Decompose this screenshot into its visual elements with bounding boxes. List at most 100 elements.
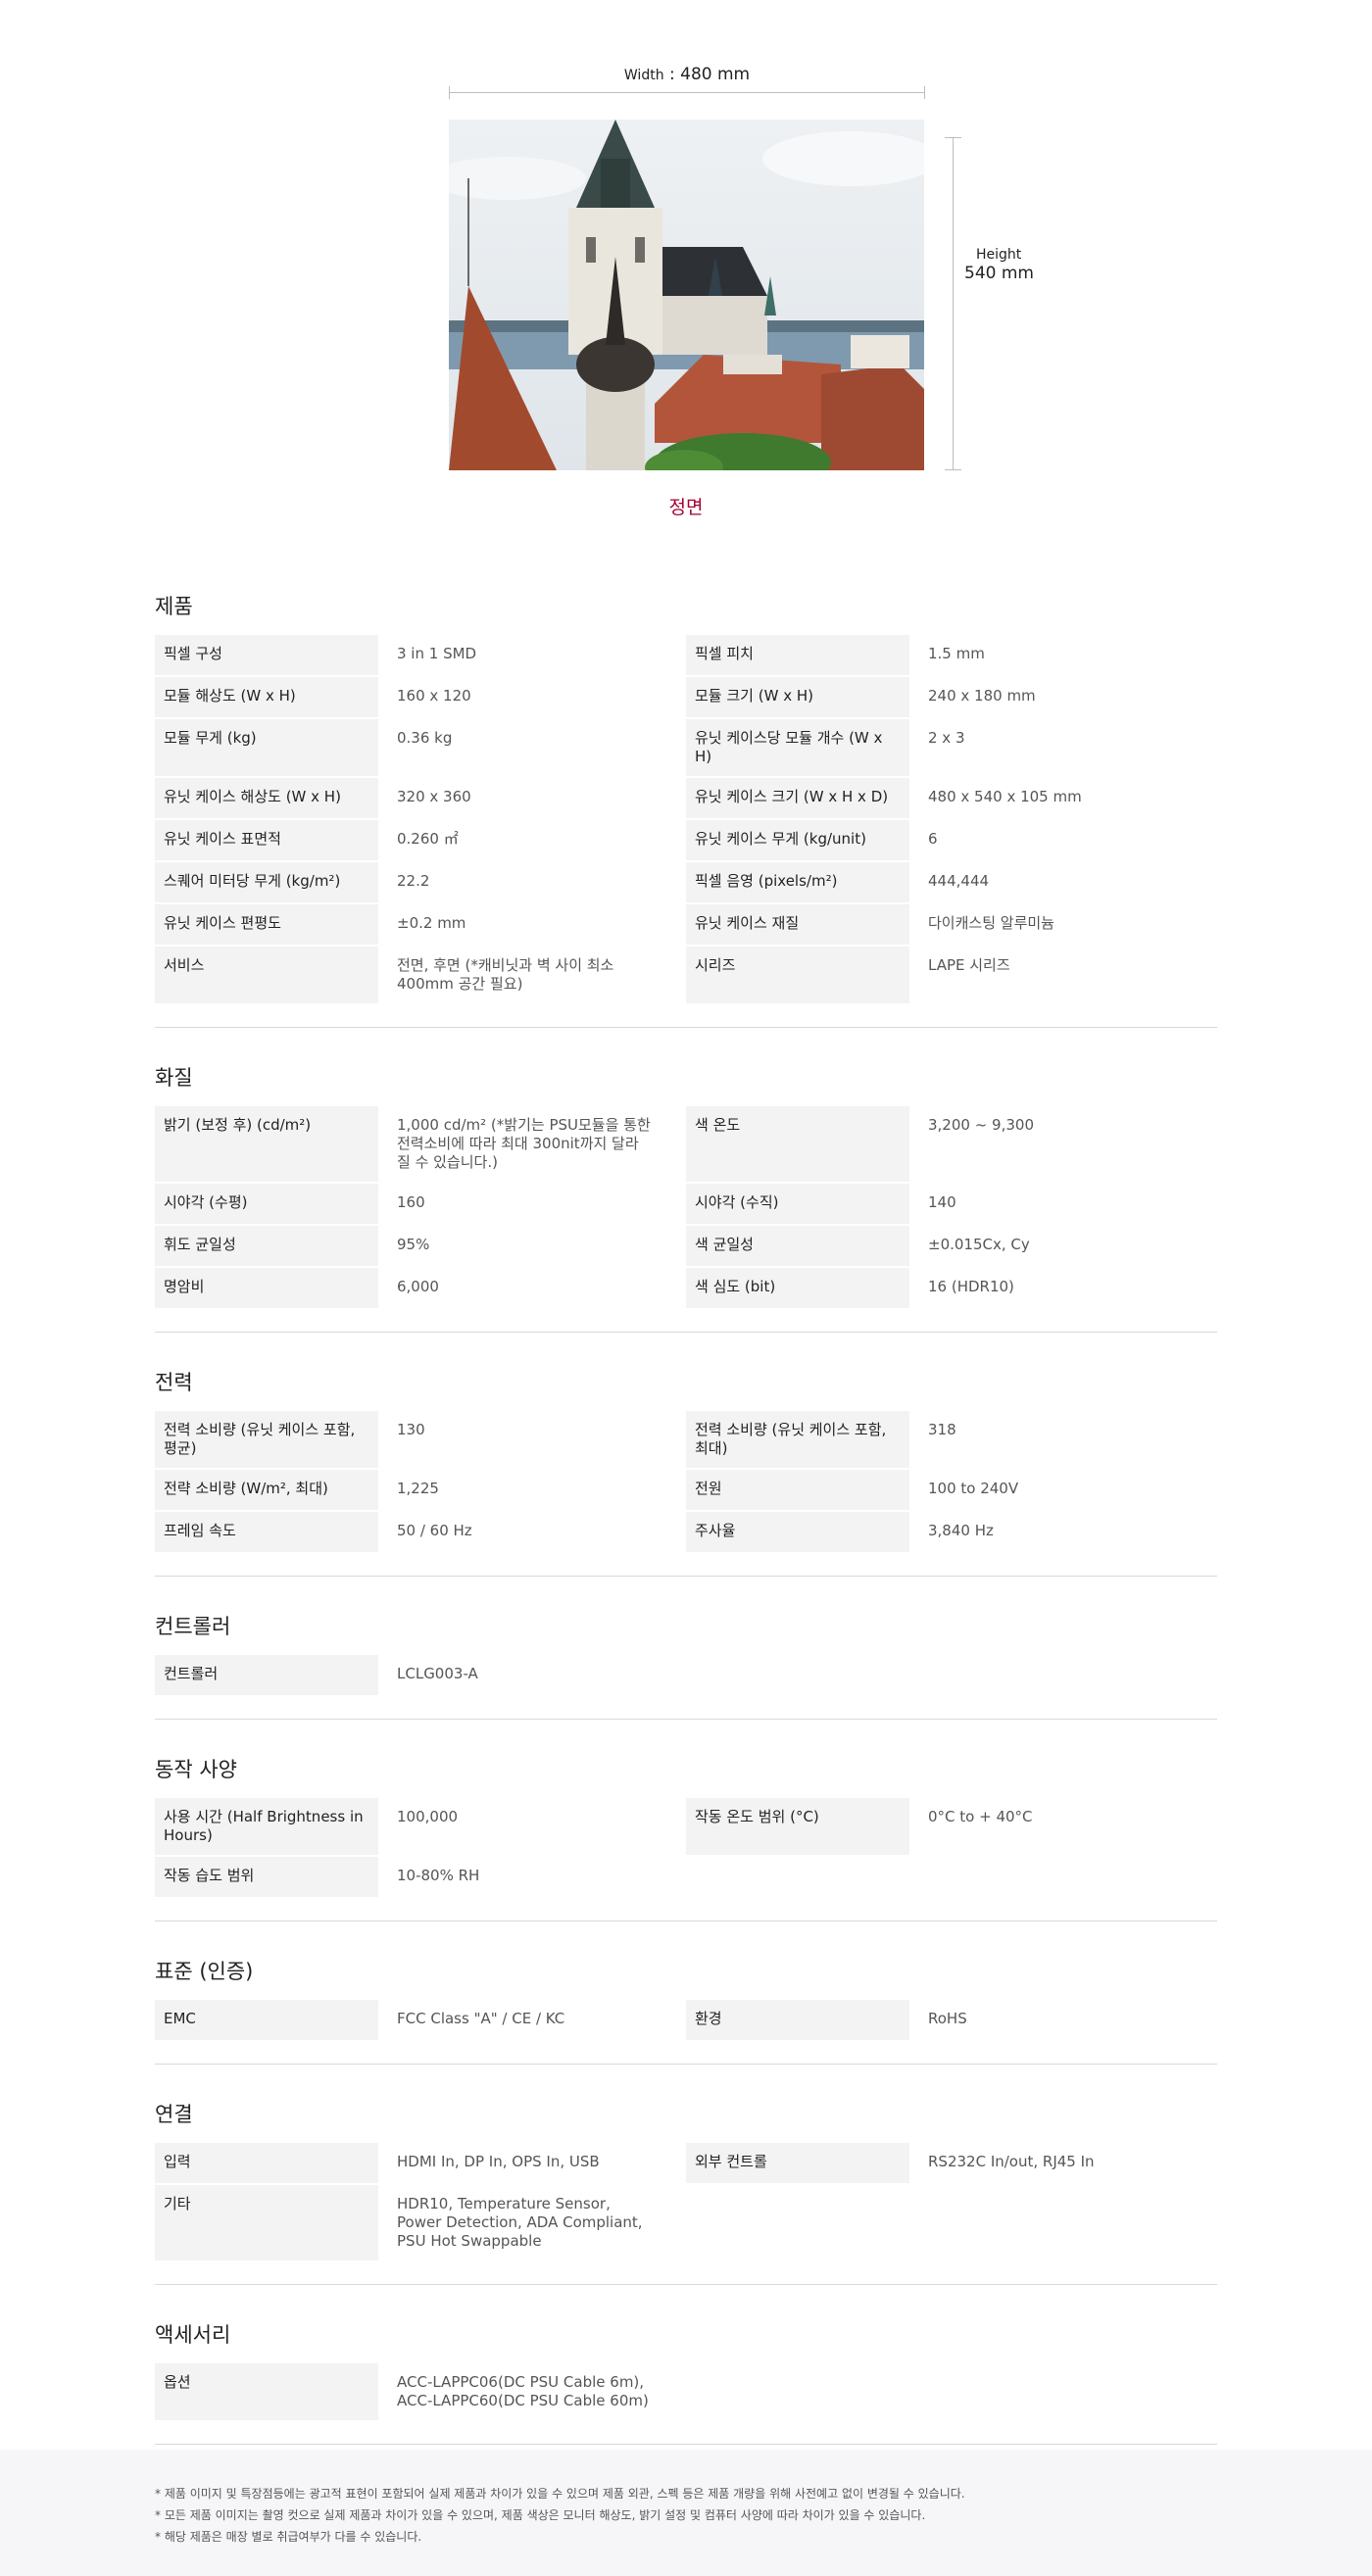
disclaimer-note: 해당 제품은 매장 별로 취급여부가 다를 수 있습니다. (155, 2526, 1372, 2548)
spec-item: 유닛 케이스 무게 (kg/unit) 6 (686, 820, 1217, 860)
section-title: 화질 (155, 1066, 193, 1090)
spec-item: 유닛 케이스 해상도 (W x H) 320 x 360 (155, 778, 686, 818)
section-title: 제품 (155, 595, 193, 618)
spec-label: 주사율 (686, 1512, 909, 1552)
spec-value: 3,200 ~ 9,300 (928, 1116, 1034, 1134)
spec-item: 작동 온도 범위 (°C) 0°C to + 40°C (686, 1798, 1217, 1855)
spec-label: 유닛 케이스 크기 (W x H x D) (686, 778, 909, 818)
spec-rows: 컨트롤러 LCLG003-A (155, 1655, 1217, 1697)
height-value: 540 mm (964, 263, 1034, 283)
spec-value: 100 to 240V (928, 1480, 1019, 1497)
spec-label: EMC (155, 2000, 378, 2040)
spec-rows: 전력 소비량 (유닛 케이스 포함, 평균) 130 전력 소비량 (유닛 케이스 … (155, 1411, 1217, 1554)
spec-label: 유닛 케이스 재질 (686, 904, 909, 945)
spec-section: 액세서리옵션 ACC-LAPPC06(DC PSU Cable 6m), ACC-… (155, 2307, 1217, 2445)
section-title: 표준 (인증) (155, 1960, 254, 1983)
spec-value: 2 x 3 (928, 729, 965, 747)
spec-value: 0.36 kg (397, 729, 453, 747)
spec-label: 모듈 무게 (kg) (155, 719, 378, 776)
spec-item: 유닛 케이스 표면적 0.260 ㎡ (155, 820, 686, 860)
spec-item: 사용 시간 (Half Brightness in Hours) 100,000 (155, 1798, 686, 1855)
spec-item: 픽셀 구성 3 in 1 SMD (155, 635, 686, 675)
spec-label: 스퀘어 미터당 무게 (kg/m²) (155, 862, 378, 902)
spec-value: 0.260 ㎡ (397, 830, 459, 848)
spec-value: 480 x 540 x 105 mm (928, 788, 1082, 805)
spec-item: 색 균일성 ±0.015Cx, Cy (686, 1226, 1217, 1266)
spec-value: 160 (397, 1193, 425, 1211)
spec-label: 컨트롤러 (155, 1655, 378, 1695)
spec-value: 1.5 mm (928, 645, 985, 662)
spec-value: 1,000 cd/m² (*밝기는 PSU모듈을 통한 전력소비에 따라 최대 … (397, 1116, 651, 1171)
spec-item: 유닛 케이스 편평도 ±0.2 mm (155, 904, 686, 945)
spec-section: 제품 픽셀 구성 3 in 1 SMD 픽셀 피치 1.5 mm 모듈 해상도 (W x … (155, 578, 1217, 1028)
spec-label: 색 균일성 (686, 1226, 909, 1266)
spec-item: 색 온도 3,200 ~ 9,300 (686, 1106, 1217, 1182)
spec-value: 1,225 (397, 1480, 439, 1497)
spec-value: LCLG003-A (397, 1665, 478, 1682)
spec-item: EMC FCC Class "A" / CE / KC (155, 2000, 686, 2040)
spec-item: 컨트롤러 LCLG003-A (155, 1655, 686, 1695)
spec-sections: 제품 픽셀 구성 3 in 1 SMD 픽셀 피치 1.5 mm 모듈 해상도 (W x … (155, 578, 1217, 2466)
spec-value: 3,840 Hz (928, 1522, 994, 1539)
spec-value: RS232C In/out, RJ45 In (928, 2153, 1095, 2170)
spec-label: 전력 소비량 (유닛 케이스 포함, 최대) (686, 1411, 909, 1468)
spec-value: 444,444 (928, 872, 990, 890)
spec-item: 시야각 (수평) 160 (155, 1184, 686, 1224)
section-title: 액세서리 (155, 2323, 231, 2347)
spec-label: 유닛 케이스 표면적 (155, 820, 378, 860)
spec-label: 유닛 케이스 해상도 (W x H) (155, 778, 378, 818)
spec-value: HDR10, Temperature Sensor, Power Detecti… (397, 2195, 643, 2250)
spec-label: 환경 (686, 2000, 909, 2040)
disclaimer-notes: 제품 이미지 및 특장점등에는 광고적 표현이 포함되어 실제 제품과 차이가 … (0, 2450, 1372, 2576)
spec-label: 유닛 케이스 무게 (kg/unit) (686, 820, 909, 860)
spec-label: 색 온도 (686, 1106, 909, 1182)
spec-section: 표준 (인증) EMC FCC Class "A" / CE / KC 환경 RoHS (155, 1943, 1217, 2065)
spec-label: 프레임 속도 (155, 1512, 378, 1552)
spec-value: 100,000 (397, 1808, 459, 1825)
spec-rows: EMC FCC Class "A" / CE / KC 환경 RoHS (155, 2000, 1217, 2042)
spec-value: 6,000 (397, 1278, 439, 1295)
spec-value: 전면, 후면 (*캐비닛과 벽 사이 최소 400mm 공간 필요) (397, 956, 614, 993)
section-title: 컨트롤러 (155, 1615, 231, 1638)
spec-item: 전략 소비량 (W/m², 최대) 1,225 (155, 1470, 686, 1510)
spec-label: 사용 시간 (Half Brightness in Hours) (155, 1798, 378, 1855)
height-label: Height 540 mm (964, 247, 1034, 283)
spec-label: 외부 컨트롤 (686, 2143, 909, 2183)
spec-item: 프레임 속도 50 / 60 Hz (155, 1512, 686, 1552)
spec-item: 외부 컨트롤 RS232C In/out, RJ45 In (686, 2143, 1217, 2183)
spec-label: 옵션 (155, 2363, 378, 2420)
spec-value: HDMI In, DP In, OPS In, USB (397, 2153, 600, 2170)
section-title: 전력 (155, 1371, 193, 1394)
spec-section: 연결입력 HDMI In, DP In, OPS In, USB 외부 컨트롤 RS2… (155, 2086, 1217, 2285)
width-value: 480 mm (680, 65, 751, 84)
spec-item: 유닛 케이스 크기 (W x H x D) 480 x 540 x 105 mm (686, 778, 1217, 818)
spec-section: 화질 밝기 (보정 후) (cd/m²) 1,000 cd/m² (*밝기는 PSU… (155, 1049, 1217, 1333)
spec-item: 기타 HDR10, Temperature Sensor, Power Detec… (155, 2185, 686, 2260)
spec-item: 유닛 케이스당 모듈 개수 (W x H) 2 x 3 (686, 719, 1217, 776)
spec-label: 입력 (155, 2143, 378, 2183)
spec-label: 픽셀 음영 (pixels/m²) (686, 862, 909, 902)
spec-item: 옵션 ACC-LAPPC06(DC PSU Cable 6m), ACC-LAPP… (155, 2363, 686, 2420)
spec-label: 명암비 (155, 1268, 378, 1308)
spec-label: 픽셀 구성 (155, 635, 378, 675)
spec-label: 유닛 케이스 편평도 (155, 904, 378, 945)
spec-item: 픽셀 음영 (pixels/m²) 444,444 (686, 862, 1217, 902)
spec-value: 0°C to + 40°C (928, 1808, 1033, 1825)
spec-value: 318 (928, 1421, 956, 1438)
section-title: 동작 사양 (155, 1758, 237, 1781)
spec-rows: 사용 시간 (Half Brightness in Hours) 100,000 작… (155, 1798, 1217, 1899)
spec-label: 모듈 크기 (W x H) (686, 677, 909, 717)
spec-label: 작동 습도 범위 (155, 1857, 378, 1897)
spec-value: 6 (928, 830, 938, 848)
spec-item: 작동 습도 범위 10-80% RH (155, 1857, 686, 1897)
spec-item: 모듈 크기 (W x H) 240 x 180 mm (686, 677, 1217, 717)
spec-item: 스퀘어 미터당 무게 (kg/m²) 22.2 (155, 862, 686, 902)
section-title: 연결 (155, 2103, 193, 2126)
spec-item: 주사율 3,840 Hz (686, 1512, 1217, 1552)
spec-page: Width : 480 mm Height 540 mm 정면 제품 픽셀 구성… (0, 0, 1372, 2576)
spec-label: 시야각 (수직) (686, 1184, 909, 1224)
spec-label: 작동 온도 범위 (°C) (686, 1798, 909, 1855)
spec-item: 유닛 케이스 재질 다이캐스팅 알루미늄 (686, 904, 1217, 945)
width-key: Width (623, 68, 664, 83)
spec-value: 240 x 180 mm (928, 687, 1036, 705)
